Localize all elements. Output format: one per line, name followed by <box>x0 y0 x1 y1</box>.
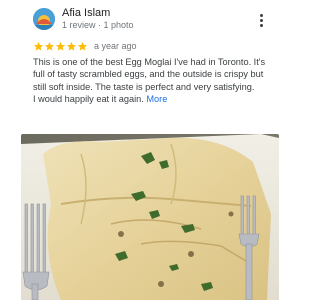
more-link[interactable]: More <box>146 94 167 104</box>
star-icon <box>77 41 88 51</box>
review-text: This is one of the best Egg Moglai I've … <box>33 56 277 105</box>
review-text-paragraph: This is one of the best Egg Moglai I've … <box>33 57 266 92</box>
more-vert-icon[interactable] <box>254 12 268 28</box>
star-icon <box>33 41 44 51</box>
avatar[interactable] <box>33 8 55 30</box>
rating-row: a year ago <box>33 40 137 52</box>
star-icon <box>66 41 77 51</box>
author-meta: 1 review · 1 photo <box>62 20 134 30</box>
avatar-illustration-icon <box>33 8 55 30</box>
star-icon <box>44 41 55 51</box>
star-icon <box>55 41 66 51</box>
review-date: a year ago <box>94 41 137 51</box>
food-photo-image <box>21 134 279 300</box>
review-text-paragraph: I would happily eat it again. More <box>33 93 277 105</box>
review-photo[interactable] <box>21 134 279 300</box>
review-card: Afia Islam 1 review · 1 photo a year ago… <box>0 0 300 300</box>
star-rating <box>33 41 88 52</box>
review-text-line: I would happily eat it again. <box>33 93 144 104</box>
author-name[interactable]: Afia Islam <box>62 7 110 19</box>
